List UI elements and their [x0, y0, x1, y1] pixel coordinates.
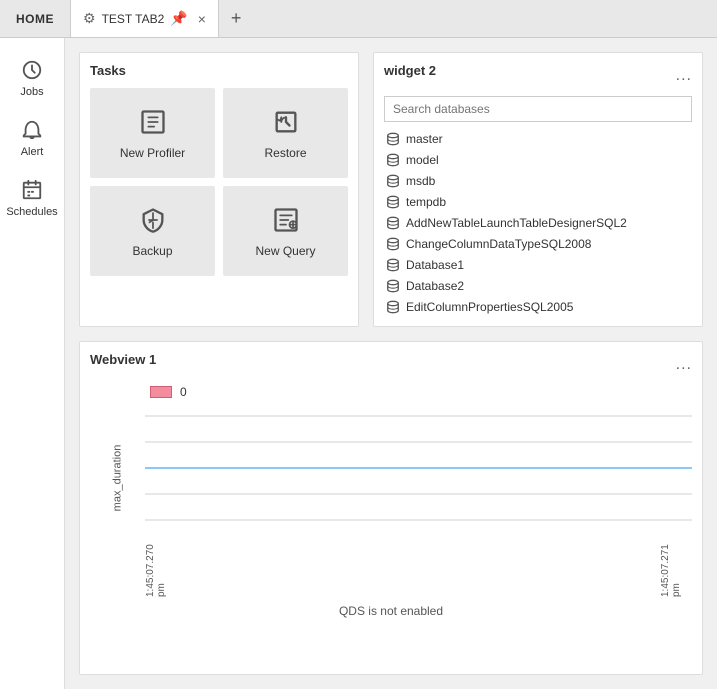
widget2-panel: widget 2 ... master mode: [373, 52, 703, 327]
legend-color-box: [150, 386, 172, 398]
sidebar-item-jobs[interactable]: Jobs: [0, 48, 64, 108]
db-item-model[interactable]: model: [384, 151, 692, 169]
y-axis-label: max_duration: [112, 445, 124, 512]
db-name: Database1: [406, 258, 464, 272]
task-new-profiler[interactable]: New Profiler: [90, 88, 215, 178]
new-profiler-label: New Profiler: [120, 146, 185, 160]
db-item-database2[interactable]: Database2: [384, 277, 692, 295]
task-new-query[interactable]: New Query: [223, 186, 348, 276]
database-list: master model msdb: [384, 130, 692, 316]
db-item-msdb[interactable]: msdb: [384, 172, 692, 190]
jobs-icon: [20, 58, 44, 82]
tab-close-button[interactable]: ×: [198, 11, 206, 27]
webview-menu-button[interactable]: ...: [676, 356, 692, 374]
tab-label: TEST TAB2: [102, 12, 165, 26]
tasks-title: Tasks: [90, 63, 348, 78]
new-query-icon: [270, 204, 302, 236]
tab-test-tab2[interactable]: ⚙ TEST TAB2 📌 ×: [71, 0, 219, 37]
sidebar-item-alert[interactable]: Alert: [0, 108, 64, 168]
search-databases-input[interactable]: [384, 96, 692, 122]
alert-icon: [20, 118, 44, 142]
db-name: ChangeColumnDataTypeSQL2008: [406, 237, 591, 251]
database-icon: [386, 216, 400, 230]
backup-label: Backup: [132, 244, 172, 258]
x-label-left: 1:45:07.270 pm: [145, 555, 167, 597]
schedules-icon: [20, 178, 44, 202]
task-backup[interactable]: Backup: [90, 186, 215, 276]
db-item-changecolumn[interactable]: ChangeColumnDataTypeSQL2008: [384, 235, 692, 253]
widget2-title: widget 2: [384, 63, 436, 78]
db-name: model: [406, 153, 439, 167]
widget2-menu-button[interactable]: ...: [676, 67, 692, 85]
db-item-tempdb[interactable]: tempdb: [384, 193, 692, 211]
widget2-header: widget 2 ...: [384, 63, 692, 88]
webview-title: Webview 1: [90, 352, 156, 367]
chart-bottom-label: QDS is not enabled: [339, 604, 443, 618]
restore-icon: [270, 106, 302, 138]
db-item-addnewtable[interactable]: AddNewTableLaunchTableDesignerSQL2: [384, 214, 692, 232]
db-item-database1[interactable]: Database1: [384, 256, 692, 274]
x-label-right: 1:45:07.271 pm: [660, 555, 682, 597]
home-button[interactable]: HOME: [0, 0, 71, 37]
db-name: AddNewTableLaunchTableDesignerSQL2: [406, 216, 627, 230]
db-name: EditColumnPropertiesSQL2005: [406, 300, 573, 314]
top-row: Tasks New Profiler: [79, 52, 703, 327]
tab-pin-icon: 📌: [170, 10, 187, 27]
tab-settings-icon: ⚙: [83, 10, 96, 27]
tasks-panel: Tasks New Profiler: [79, 52, 359, 327]
sidebar-jobs-label: Jobs: [20, 86, 43, 98]
chart-svg: 1.0 0.5 0 -0.5 -1.0: [145, 403, 692, 533]
database-icon: [386, 258, 400, 272]
task-restore[interactable]: Restore: [223, 88, 348, 178]
db-item-master[interactable]: master: [384, 130, 692, 148]
home-label: HOME: [16, 12, 54, 26]
restore-label: Restore: [264, 146, 306, 160]
database-icon: [386, 153, 400, 167]
database-icon: [386, 132, 400, 146]
db-name: Database2: [406, 279, 464, 293]
legend-label: 0: [180, 385, 187, 399]
sidebar-alert-label: Alert: [21, 146, 44, 158]
database-icon: [386, 174, 400, 188]
db-name: msdb: [406, 174, 435, 188]
database-icon: [386, 300, 400, 314]
sidebar-schedules-label: Schedules: [6, 206, 57, 218]
db-name: tempdb: [406, 195, 446, 209]
new-query-label: New Query: [255, 244, 315, 258]
database-icon: [386, 237, 400, 251]
db-name: master: [406, 132, 443, 146]
webview-header: Webview 1 ...: [90, 352, 692, 377]
webview-panel: Webview 1 ... 0 max_duration: [79, 341, 703, 675]
tab-add-button[interactable]: +: [219, 0, 254, 37]
database-icon: [386, 195, 400, 209]
db-item-editcolumn[interactable]: EditColumnPropertiesSQL2005: [384, 298, 692, 316]
backup-icon: [137, 204, 169, 236]
database-icon: [386, 279, 400, 293]
content-area: Tasks New Profiler: [65, 38, 717, 689]
sidebar-item-schedules[interactable]: Schedules: [0, 168, 64, 228]
sidebar: Jobs Alert: [0, 38, 65, 689]
new-profiler-icon: [137, 106, 169, 138]
tasks-grid: New Profiler Restore: [90, 88, 348, 276]
